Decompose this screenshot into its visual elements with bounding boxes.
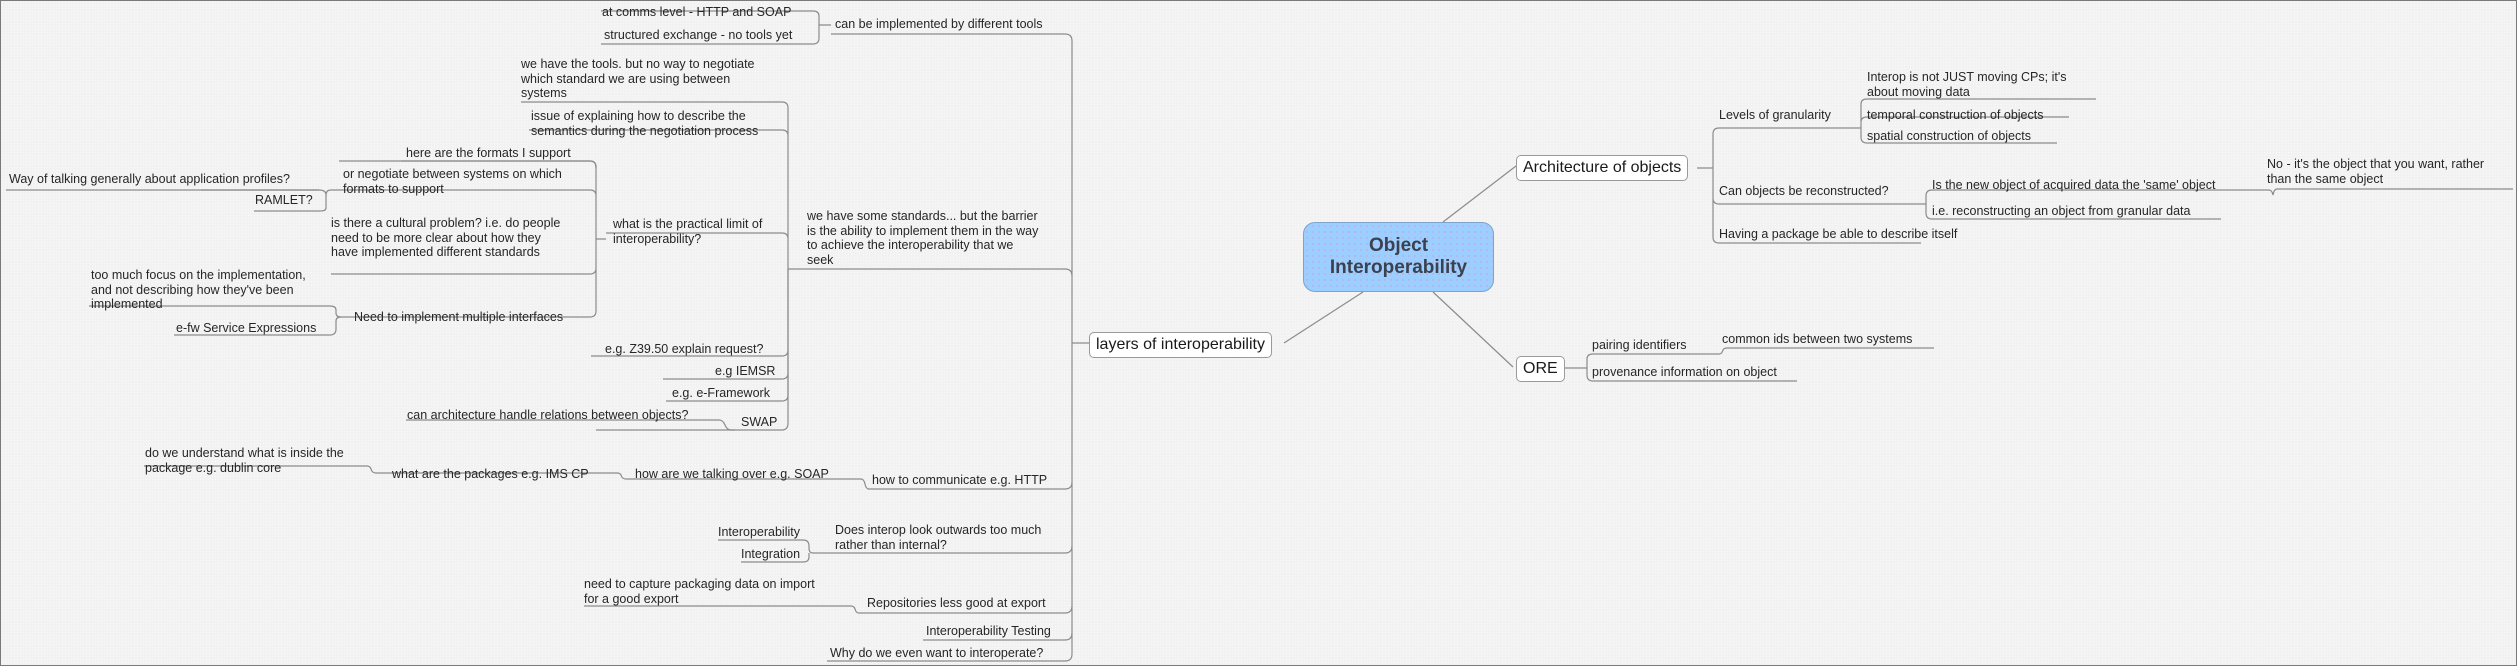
subtopic-integration[interactable]: Integration: [741, 547, 800, 562]
subtopic-inside-package[interactable]: do we understand what is inside the pack…: [145, 446, 344, 475]
connector-central-ore: [1432, 291, 1514, 368]
topic-architecture-of-objects[interactable]: Architecture of objects: [1516, 155, 1689, 181]
subtopic-architecture-relations[interactable]: can architecture handle relations betwee…: [407, 408, 688, 423]
connector-central-architecture: [1442, 165, 1517, 223]
subtopic-formats-supported[interactable]: here are the formats I support: [406, 146, 571, 161]
mind-map-canvas: Object Interoperability layers of intero…: [0, 0, 2517, 666]
topic-ore[interactable]: ORE: [1516, 356, 1565, 382]
subtopic-repositories-export[interactable]: Repositories less good at export: [867, 596, 1046, 611]
subtopic-package-describe-itself[interactable]: Having a package be able to describe its…: [1719, 227, 1957, 242]
subtopic-same-object[interactable]: Is the new object of acquired data the '…: [1932, 178, 2215, 193]
subtopic-practical-limit[interactable]: what is the practical limit of interoper…: [613, 217, 762, 246]
topic-label: ORE: [1523, 360, 1558, 377]
connector-layers-up: [831, 33, 1073, 343]
connector-standards-examples: [591, 269, 789, 402]
central-topic[interactable]: Object Interoperability: [1303, 222, 1494, 292]
connector-repositories-child: [584, 605, 861, 614]
subtopic-communicate-http[interactable]: how to communicate e.g. HTTP: [872, 473, 1047, 488]
central-topic-line1: Object: [1368, 235, 1429, 256]
subtopic-iemsr[interactable]: e.g IEMSR: [715, 364, 775, 379]
subtopic-object-you-want[interactable]: No - it's the object that you want, rath…: [2267, 157, 2484, 186]
subtopic-negotiate-tools[interactable]: we have the tools. but no way to negotia…: [521, 57, 755, 101]
connector-common-ids: [1716, 347, 1934, 355]
subtopic-granular-data[interactable]: i.e. reconstructing an object from granu…: [1932, 204, 2190, 219]
subtopic-z3950[interactable]: e.g. Z39.50 explain request?: [605, 342, 763, 357]
subtopic-multiple-interfaces[interactable]: Need to implement multiple interfaces: [354, 310, 563, 325]
subtopic-levels-granularity[interactable]: Levels of granularity: [1719, 108, 1831, 123]
subtopic-semantics[interactable]: issue of explaining how to describe the …: [531, 109, 758, 138]
topic-label: Architecture of objects: [1523, 159, 1682, 176]
subtopic-standards-barrier[interactable]: we have some standards... but the barrie…: [807, 209, 1038, 267]
subtopic-capture-packaging[interactable]: need to capture packaging data on import…: [584, 577, 815, 606]
subtopic-ramlet[interactable]: RAMLET?: [255, 193, 313, 208]
subtopic-interoperability-testing[interactable]: Interoperability Testing: [926, 624, 1051, 639]
subtopic-eframework[interactable]: e.g. e-Framework: [672, 386, 770, 401]
subtopic-packages-ims-cp[interactable]: what are the packages e.g. IMS CP: [392, 467, 589, 482]
subtopic-provenance[interactable]: provenance information on object: [1592, 365, 1777, 380]
connector-layers-http: [871, 343, 1073, 490]
subtopic-cultural-problem[interactable]: is there a cultural problem? i.e. do peo…: [331, 216, 560, 260]
subtopic-swap[interactable]: SWAP: [741, 415, 777, 430]
subtopic-structured-exchange[interactable]: structured exchange - no tools yet: [604, 28, 792, 43]
topic-layers-of-interoperability[interactable]: layers of interoperability: [1089, 332, 1272, 358]
subtopic-pairing-identifiers[interactable]: pairing identifiers: [1592, 338, 1687, 353]
subtopic-common-ids[interactable]: common ids between two systems: [1722, 332, 1912, 347]
subtopic-implementation-focus[interactable]: too much focus on the implementation, an…: [91, 268, 306, 312]
subtopic-comms-level[interactable]: at comms level - HTTP and SOAP: [602, 5, 791, 20]
connector-layers-standards: [788, 268, 1073, 277]
subtopic-why-interoperate[interactable]: Why do we even want to interoperate?: [830, 646, 1043, 661]
subtopic-spatial-construction[interactable]: spatial construction of objects: [1867, 129, 2031, 144]
subtopic-interoperability[interactable]: Interoperability: [718, 525, 800, 540]
subtopic-efw-service-expressions[interactable]: e-fw Service Expressions: [176, 321, 316, 336]
central-topic-line2: Interoperability: [1329, 257, 1468, 278]
connector-same-answer: [2267, 188, 2513, 196]
topic-label: layers of interoperability: [1096, 336, 1265, 353]
subtopic-objects-reconstructed[interactable]: Can objects be reconstructed?: [1719, 184, 1889, 199]
subtopic-implemented-by-tools[interactable]: can be implemented by different tools: [835, 17, 1043, 32]
subtopic-application-profiles[interactable]: Way of talking generally about applicati…: [9, 172, 290, 187]
subtopic-talking-soap[interactable]: how are we talking over e.g. SOAP: [635, 467, 829, 482]
subtopic-temporal-construction[interactable]: temporal construction of objects: [1867, 108, 2043, 123]
subtopic-negotiate-formats[interactable]: or negotiate between systems on which fo…: [343, 167, 562, 196]
subtopic-look-outwards[interactable]: Does interop look outwards too much rath…: [835, 523, 1041, 552]
connector-central-layers: [1283, 291, 1364, 344]
subtopic-interop-not-moving-cps[interactable]: Interop is not JUST moving CPs; it's abo…: [1867, 70, 2066, 99]
